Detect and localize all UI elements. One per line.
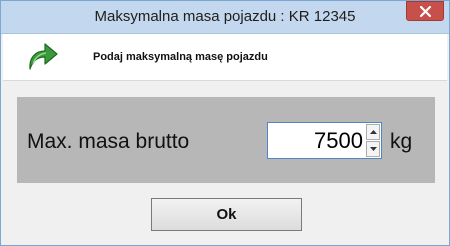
max-mass-label: Max. masa brutto [27, 130, 190, 153]
close-button[interactable] [406, 1, 444, 21]
title-bar[interactable]: Maksymalna masa pojazdu : KR 12345 [1, 1, 449, 34]
redo-arrow-icon [29, 43, 58, 70]
ok-button[interactable]: Ok [151, 198, 302, 231]
input-panel: Max. masa brutto 7500 kg [17, 97, 435, 183]
close-icon [420, 6, 431, 17]
dialog-window: Maksymalna masa pojazdu : KR 12345 Podaj… [0, 0, 450, 246]
max-mass-value[interactable]: 7500 [314, 128, 363, 154]
chevron-up-icon [370, 130, 377, 134]
max-mass-spinbox[interactable]: 7500 [267, 122, 382, 159]
window-title: Maksymalna masa pojazdu : KR 12345 [94, 8, 356, 25]
prompt-text: Podaj maksymalną masę pojazdu [93, 51, 268, 63]
chevron-down-icon [370, 147, 377, 151]
unit-label: kg [390, 130, 413, 153]
header-panel: Podaj maksymalną masę pojazdu [3, 34, 447, 81]
spin-down-button[interactable] [366, 141, 380, 157]
spin-up-button[interactable] [366, 124, 380, 140]
